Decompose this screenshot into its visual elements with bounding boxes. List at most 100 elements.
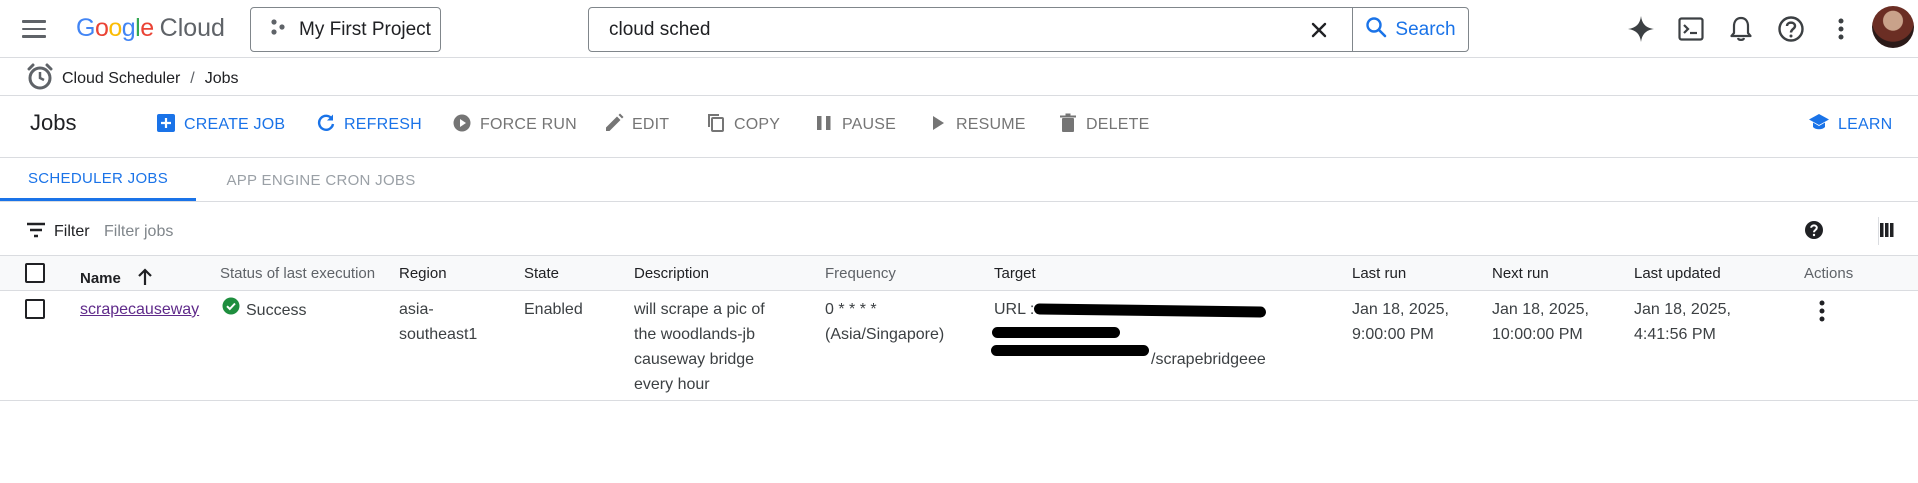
pause-icon (814, 113, 834, 138)
redaction-mark (1033, 303, 1267, 318)
delete-button[interactable]: DELETE (1058, 113, 1149, 137)
row-select-checkbox[interactable] (25, 299, 45, 319)
clear-search-icon[interactable] (1307, 18, 1331, 42)
last-run-date: Jan 18, 2025, (1352, 301, 1449, 318)
breadcrumb-separator: / (190, 70, 195, 87)
resume-button[interactable]: RESUME (928, 113, 1026, 137)
search-bar: Search (588, 7, 1469, 52)
project-icon (269, 18, 287, 41)
copy-label: COPY (734, 116, 781, 133)
description-cell: will scrape a pic of the woodlands-jb ca… (634, 297, 765, 397)
logo-cloud-text: Cloud (159, 13, 225, 42)
filter-button[interactable]: Filter (26, 220, 90, 244)
cloud-scheduler-icon (26, 63, 54, 96)
column-header-name[interactable]: Name (80, 265, 153, 287)
last-updated-date: Jan 18, 2025, (1634, 301, 1731, 318)
column-header-region[interactable]: Region (399, 265, 447, 282)
delete-label: DELETE (1086, 116, 1150, 133)
tab-app-engine-cron-jobs[interactable]: APP ENGINE CRON JOBS (210, 159, 432, 201)
filter-input[interactable] (104, 220, 704, 244)
edit-label: EDIT (632, 116, 670, 133)
filter-label: Filter (54, 223, 90, 240)
force-run-label: FORCE RUN (480, 116, 577, 133)
row-actions-more-vert-icon[interactable] (1810, 299, 1834, 323)
target-url-suffix: /scrapebridgeee (1151, 351, 1266, 368)
school-icon (1808, 113, 1830, 138)
select-all-checkbox[interactable] (25, 263, 45, 283)
notifications-icon[interactable] (1726, 14, 1756, 44)
play-circle-icon (452, 113, 472, 138)
column-header-last-run[interactable]: Last run (1352, 265, 1406, 282)
frequency-timezone: (Asia/Singapore) (825, 326, 945, 343)
top-bar: Google Cloud My First Project Search (0, 0, 1918, 58)
edit-pencil-icon (604, 113, 624, 138)
last-updated-cell: Jan 18, 2025, 4:41:56 PM (1634, 297, 1731, 347)
description-text: the woodlands-jb (634, 326, 755, 343)
project-picker-button[interactable]: My First Project (250, 7, 441, 52)
refresh-label: REFRESH (344, 116, 422, 133)
filter-list-icon (26, 222, 46, 243)
column-header-description[interactable]: Description (634, 265, 709, 282)
logo-google-text: Google (76, 13, 154, 42)
last-updated-time: 4:41:56 PM (1634, 326, 1716, 343)
search-button[interactable]: Search (1352, 8, 1468, 51)
filter-bar: Filter (0, 208, 1918, 256)
more-vert-icon[interactable] (1826, 14, 1856, 44)
project-name: My First Project (299, 18, 431, 40)
breadcrumb: Cloud Scheduler / Jobs (26, 63, 239, 96)
search-icon (1365, 16, 1387, 44)
region-text: southeast1 (399, 326, 478, 343)
redaction-mark (991, 345, 1149, 356)
job-name-link[interactable]: scrapecauseway (80, 297, 199, 322)
pause-label: PAUSE (842, 116, 897, 133)
delete-trash-icon (1058, 113, 1078, 138)
status-cell: Success (222, 297, 306, 323)
refresh-button[interactable]: REFRESH (316, 113, 422, 137)
description-text: every hour (634, 376, 710, 393)
table-header: Name Status of last execution Region Sta… (0, 255, 1918, 291)
breadcrumb-jobs[interactable]: Jobs (205, 70, 239, 88)
last-run-time: 9:00:00 PM (1352, 326, 1434, 343)
cloud-shell-icon[interactable] (1676, 14, 1706, 44)
next-run-time: 10:00:00 PM (1492, 326, 1583, 343)
frequency-cell: 0 * * * * (Asia/Singapore) (825, 297, 944, 347)
google-cloud-logo[interactable]: Google Cloud (76, 12, 225, 44)
pause-button[interactable]: PAUSE (814, 113, 896, 137)
column-header-next-run[interactable]: Next run (1492, 265, 1549, 282)
tab-scheduler-jobs[interactable]: SCHEDULER JOBS (0, 159, 196, 201)
column-display-options-icon[interactable] (1876, 220, 1900, 244)
learn-label: LEARN (1838, 116, 1893, 133)
description-text: will scrape a pic of (634, 301, 765, 318)
play-arrow-icon (928, 113, 948, 138)
last-run-cell: Jan 18, 2025, 9:00:00 PM (1352, 297, 1449, 347)
learn-button[interactable]: LEARN (1808, 113, 1892, 137)
column-header-target[interactable]: Target (994, 265, 1036, 282)
refresh-icon (316, 113, 336, 138)
edit-button[interactable]: EDIT (604, 113, 669, 137)
breadcrumb-cloud-scheduler[interactable]: Cloud Scheduler (62, 70, 180, 88)
add-box-icon (156, 113, 176, 138)
account-avatar[interactable] (1872, 6, 1914, 48)
region-cell: asia- southeast1 (399, 297, 477, 347)
column-header-frequency[interactable]: Frequency (825, 265, 896, 282)
help-icon[interactable] (1776, 14, 1806, 44)
frequency-cron: 0 * * * * (825, 301, 877, 318)
column-header-state[interactable]: State (524, 265, 559, 282)
column-header-status[interactable]: Status of last execution (220, 265, 375, 282)
column-header-last-updated[interactable]: Last updated (1634, 265, 1721, 282)
search-input[interactable] (589, 9, 1289, 50)
gemini-icon[interactable] (1626, 14, 1656, 44)
create-job-button[interactable]: CREATE JOB (156, 113, 285, 137)
description-text: causeway bridge (634, 351, 755, 368)
next-run-date: Jan 18, 2025, (1492, 301, 1589, 318)
column-help-icon[interactable] (1804, 220, 1828, 244)
redaction-mark (992, 327, 1120, 338)
main-menu-button[interactable] (20, 16, 48, 40)
force-run-button[interactable]: FORCE RUN (452, 113, 577, 137)
copy-button[interactable]: COPY (706, 113, 780, 137)
target-prefix: URL : (994, 301, 1035, 318)
divider (0, 95, 1918, 96)
sort-ascending-icon[interactable] (137, 268, 153, 290)
divider (0, 201, 1918, 202)
search-button-label: Search (1395, 18, 1456, 40)
